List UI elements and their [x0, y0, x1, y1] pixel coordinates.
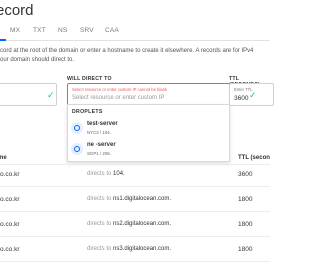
ttl-value: 3600	[234, 95, 249, 102]
tab-mx[interactable]: MX	[10, 27, 20, 34]
row-hostname: o.co.kr	[0, 196, 20, 203]
dropdown-item[interactable]: ne -server SGP1 / 206.	[68, 138, 229, 162]
row-divider	[0, 186, 270, 187]
directs-to-value: ns3.digitalocean.com.	[113, 246, 172, 252]
direct-error-text: Select resource or enter custom IP canno…	[72, 87, 168, 92]
direct-placeholder: Select resource or enter custom IP	[72, 95, 165, 101]
ttl-valid-check-icon: ✓	[249, 90, 257, 100]
description-line-1: cord at the root of the domain or enter …	[0, 48, 254, 54]
row-directs-to: directs to ns1.digitalocean.com.	[87, 196, 171, 202]
row-divider	[0, 211, 270, 212]
droplet-name: test-server	[87, 121, 118, 127]
row-divider	[0, 261, 270, 262]
row-directs-to: directs to ns2.digitalocean.com.	[87, 221, 171, 227]
row-hostname: o.co.kr	[0, 171, 20, 178]
table-header-ttl: TTL (secon	[238, 155, 270, 161]
droplet-icon	[71, 122, 83, 134]
record-type-tabs: MX TXT NS SRV CAA	[0, 22, 270, 41]
droplet-region-ip: NYC3 / 104.	[87, 130, 111, 135]
dropdown-section-header: DROPLETS	[72, 109, 103, 115]
hostname-input[interactable]: ✓	[0, 83, 57, 106]
resource-dropdown: DROPLETS test-server NYC3 / 104. ne -ser…	[67, 104, 230, 162]
tab-active-underline	[0, 39, 6, 41]
row-divider	[0, 236, 270, 237]
droplet-region-ip: SGP1 / 206.	[87, 151, 111, 156]
directs-to-prefix: directs to	[87, 221, 112, 227]
directs-to-value: 104.	[113, 171, 125, 177]
directs-to-prefix: directs to	[87, 171, 112, 177]
record-description: cord at the root of the domain or enter …	[0, 47, 280, 64]
directs-to-prefix: directs to	[87, 196, 112, 202]
table-header-hostname: me	[0, 155, 7, 161]
description-line-2: our domain should direct to.	[0, 56, 75, 63]
directs-to-value: ns2.digitalocean.com.	[113, 221, 172, 227]
page-title: ecord	[0, 2, 34, 19]
droplet-name: ne -server	[87, 142, 116, 148]
row-hostname: o.co.kr	[0, 246, 20, 253]
will-direct-to-input[interactable]: Select resource or enter custom IP canno…	[67, 83, 230, 106]
hostname-valid-check-icon: ✓	[47, 90, 55, 100]
tab-ns[interactable]: NS	[58, 27, 67, 34]
row-ttl: 1800	[238, 221, 253, 228]
row-directs-to: directs to ns3.digitalocean.com.	[87, 246, 171, 252]
will-direct-label: WILL DIRECT TO	[67, 76, 112, 82]
directs-to-prefix: directs to	[87, 246, 112, 252]
row-ttl: 1800	[238, 246, 253, 253]
tab-txt[interactable]: TXT	[33, 27, 46, 34]
directs-to-value: ns1.digitalocean.com.	[113, 196, 172, 202]
row-divider	[0, 164, 270, 165]
row-ttl: 1800	[238, 196, 253, 203]
row-ttl: 3600	[238, 171, 253, 178]
tab-srv[interactable]: SRV	[80, 27, 94, 34]
row-directs-to: directs to 104.	[87, 171, 125, 177]
ttl-input[interactable]: Enter TTL 3600 ✓	[229, 83, 274, 106]
tab-caa[interactable]: CAA	[105, 27, 119, 34]
droplet-icon	[71, 143, 83, 155]
row-hostname: o.co.kr	[0, 221, 20, 228]
